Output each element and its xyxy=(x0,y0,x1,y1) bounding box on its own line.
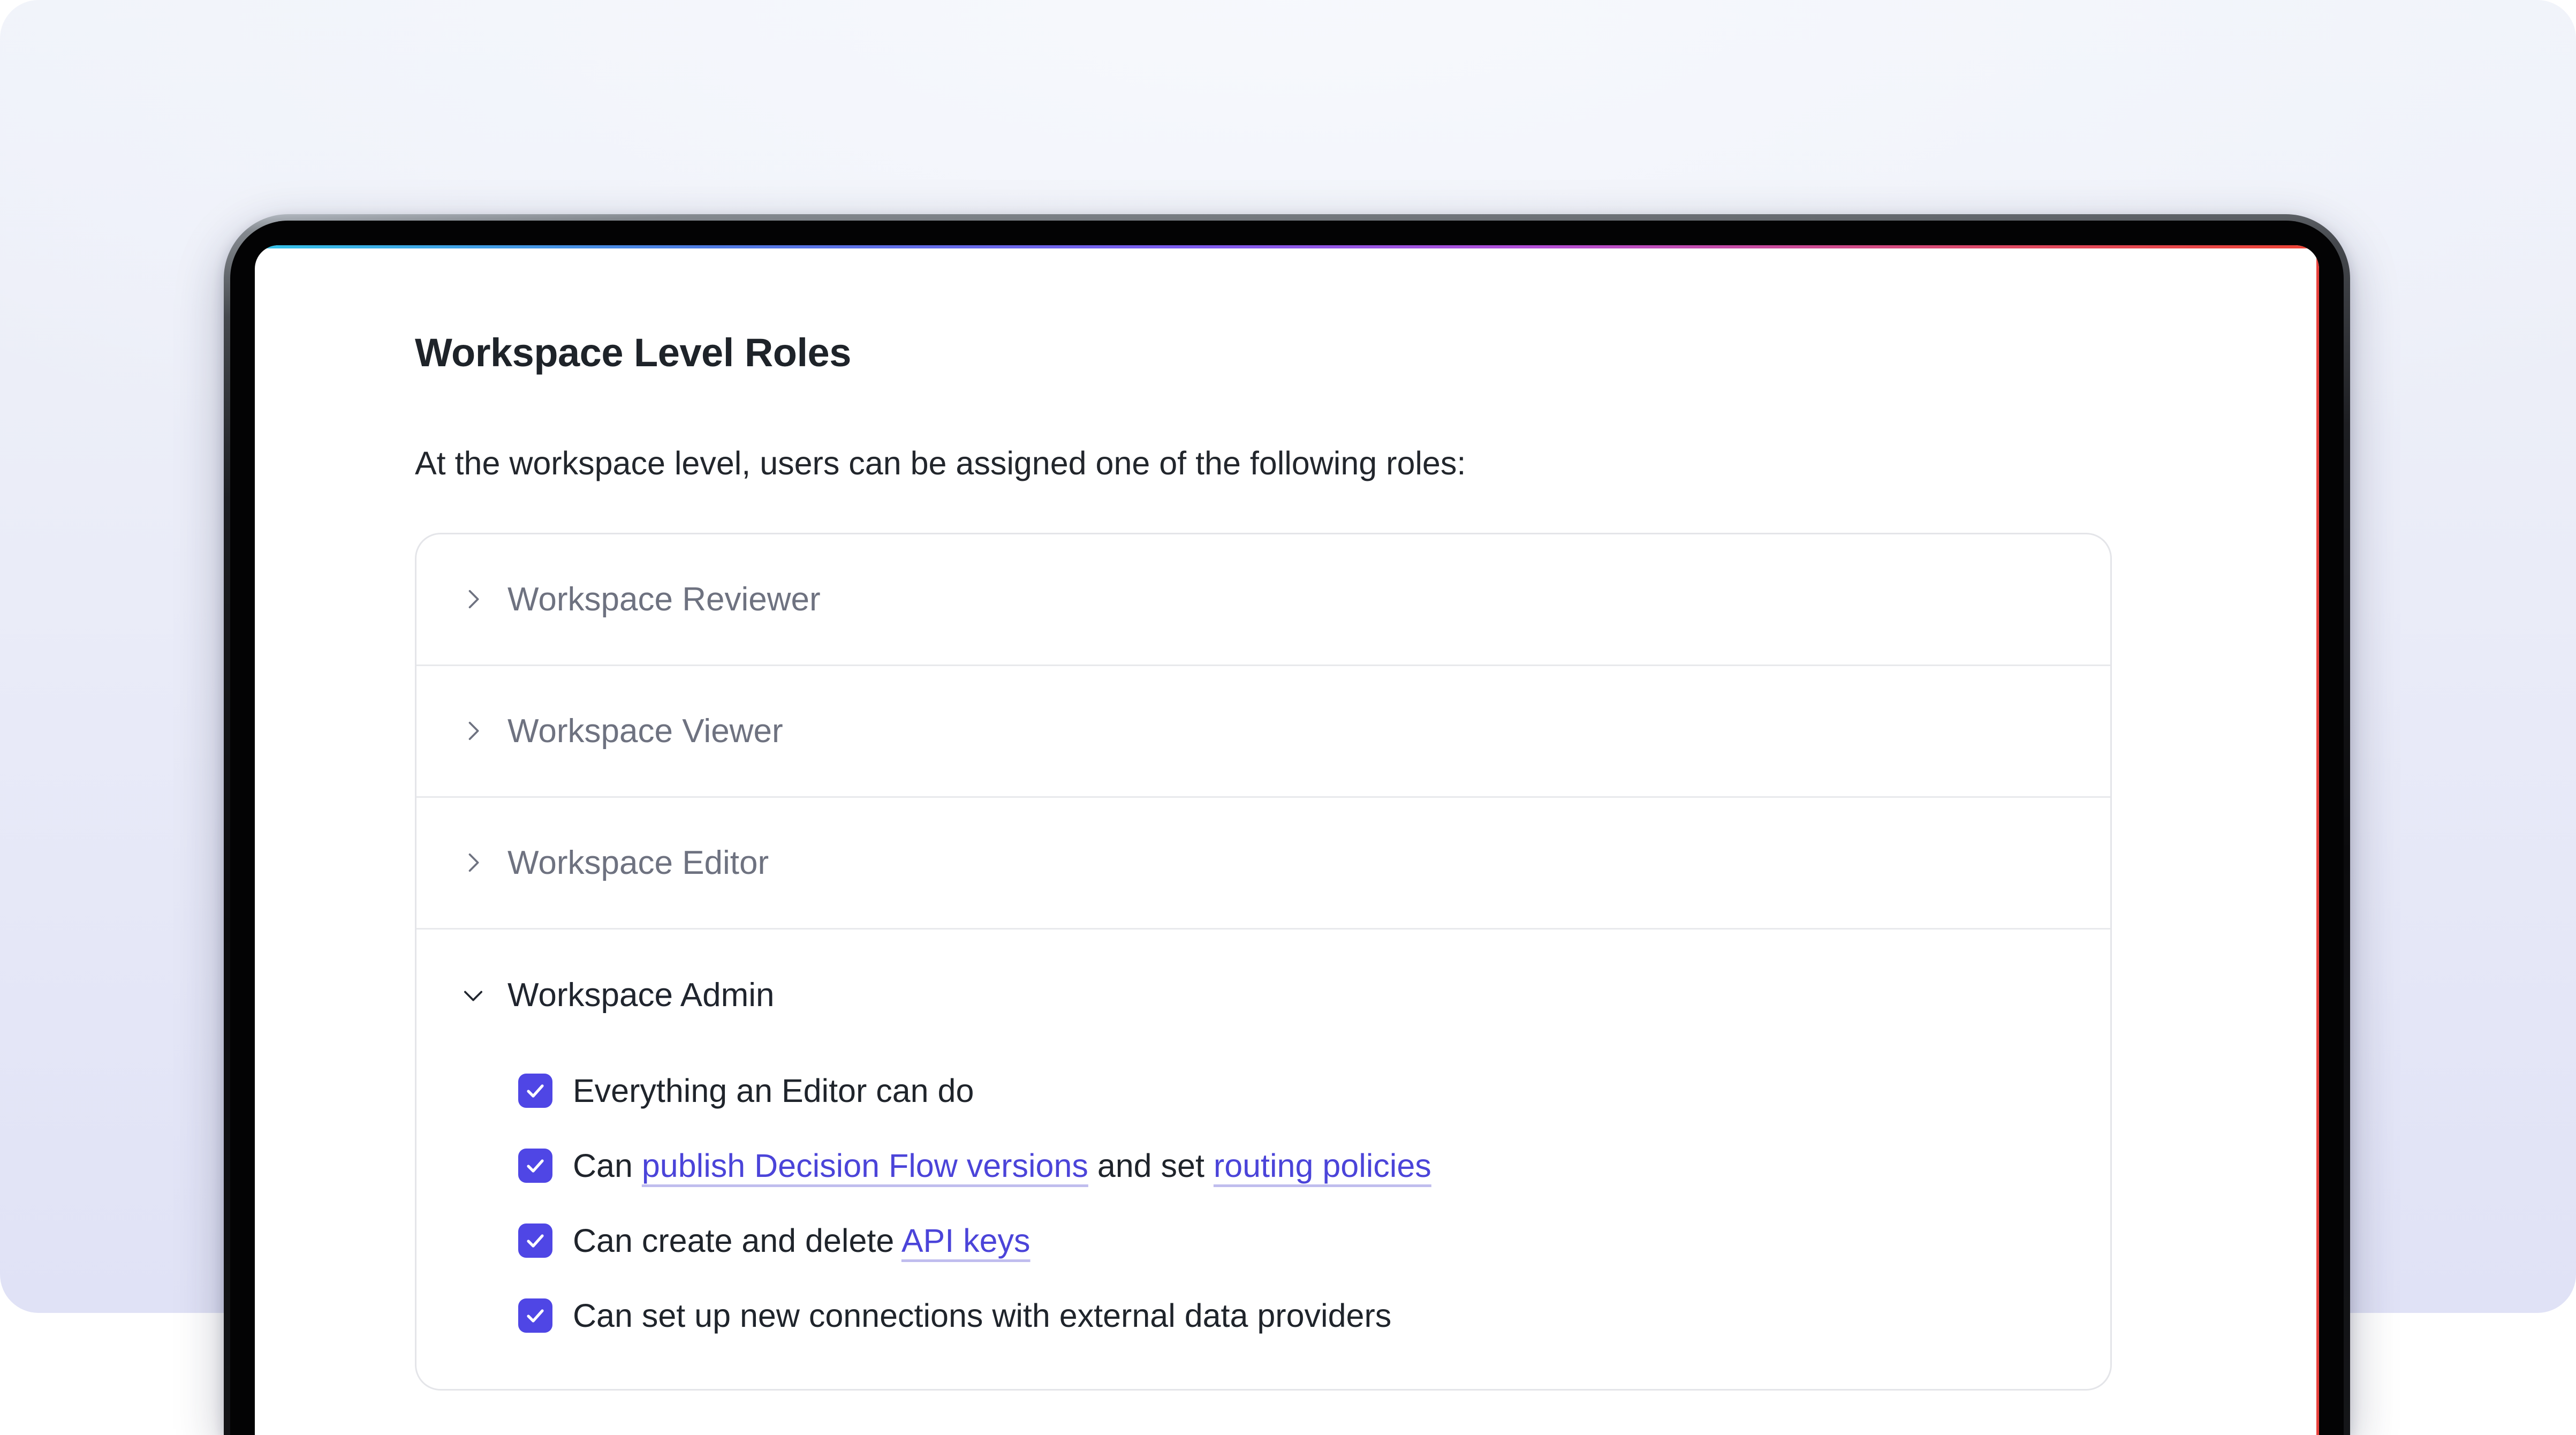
permission-item: Can create and delete API keys xyxy=(518,1218,2110,1264)
accordion-item-label: Workspace Admin xyxy=(507,976,775,1014)
brand-gradient-bar xyxy=(255,245,2319,248)
device-bezel: Workspace Level Roles At the workspace l… xyxy=(230,221,2344,1435)
chevron-down-icon xyxy=(459,981,487,1009)
permission-text-segment: Everything an Editor can do xyxy=(573,1073,974,1109)
permission-text-segment: and set xyxy=(1088,1147,1214,1184)
intro-text: At the workspace level, users can be ass… xyxy=(415,442,2319,485)
accordion-item-workspace-reviewer[interactable]: Workspace Reviewer xyxy=(416,534,2110,666)
device-frame: Workspace Level Roles At the workspace l… xyxy=(224,214,2350,1435)
page-title: Workspace Level Roles xyxy=(415,328,2319,378)
checked-checkbox-icon xyxy=(518,1223,552,1258)
device-screen: Workspace Level Roles At the workspace l… xyxy=(255,245,2319,1435)
permission-text: Can set up new connections with external… xyxy=(573,1294,1391,1338)
permission-text-segment: Can set up new connections with external… xyxy=(573,1297,1391,1334)
permission-text-segment: Can xyxy=(573,1147,642,1184)
checked-checkbox-icon xyxy=(518,1149,552,1183)
accordion-item-workspace-viewer[interactable]: Workspace Viewer xyxy=(416,666,2110,798)
docs-page: Workspace Level Roles At the workspace l… xyxy=(255,245,2319,1391)
accordion-item-workspace-admin[interactable]: Workspace Admin xyxy=(416,930,2110,1061)
permission-item: Everything an Editor can do xyxy=(518,1068,2110,1114)
admin-permissions-list: Everything an Editor can do Can publish … xyxy=(416,1061,2110,1389)
checked-checkbox-icon xyxy=(518,1074,552,1108)
checked-checkbox-icon xyxy=(518,1298,552,1333)
brand-gradient-right-edge xyxy=(2316,245,2319,1435)
permission-text: Can create and delete API keys xyxy=(573,1219,1031,1263)
permission-item: Can publish Decision Flow versions and s… xyxy=(518,1143,2110,1189)
accordion-item-label: Workspace Editor xyxy=(507,844,769,882)
accordion-item-label: Workspace Viewer xyxy=(507,712,783,750)
accordion-item-label: Workspace Reviewer xyxy=(507,580,821,618)
permission-text: Can publish Decision Flow versions and s… xyxy=(573,1144,1431,1188)
chevron-right-icon xyxy=(459,849,487,877)
page-background: Workspace Level Roles At the workspace l… xyxy=(0,0,2576,1313)
permission-item: Can set up new connections with external… xyxy=(518,1293,2110,1339)
permission-text: Everything an Editor can do xyxy=(573,1069,974,1113)
permission-text-segment: Can create and delete xyxy=(573,1222,901,1259)
link-api-keys[interactable]: API keys xyxy=(901,1222,1031,1259)
chevron-right-icon xyxy=(459,717,487,745)
link-routing-policies[interactable]: routing policies xyxy=(1214,1147,1431,1184)
accordion-item-workspace-admin-expanded: Workspace Admin Everything an Editor can… xyxy=(416,930,2110,1389)
chevron-right-icon xyxy=(459,585,487,613)
link-publish-decision-flow-versions[interactable]: publish Decision Flow versions xyxy=(642,1147,1088,1184)
roles-accordion: Workspace Reviewer Workspace Viewer xyxy=(415,533,2112,1391)
accordion-item-workspace-editor[interactable]: Workspace Editor xyxy=(416,798,2110,930)
